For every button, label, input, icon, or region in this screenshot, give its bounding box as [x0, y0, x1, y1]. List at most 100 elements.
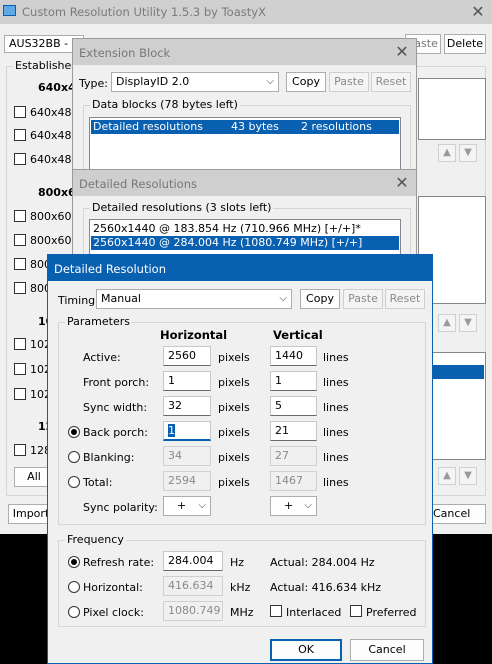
pixels-unit: pixels [218, 351, 250, 364]
checkbox[interactable] [14, 258, 26, 270]
khz-unit: kHz [230, 581, 251, 594]
arrow-up-icon[interactable]: ▲ [438, 314, 456, 332]
lines-unit: lines [323, 476, 349, 489]
dlg-reset-button[interactable]: Reset [385, 289, 425, 309]
main-cancel-button[interactable]: Cancel [428, 504, 486, 524]
sync-width-h-input[interactable]: 32 [163, 396, 211, 416]
ext-copy-button[interactable]: Copy [286, 72, 326, 92]
pixel-clock-radio[interactable] [68, 606, 80, 618]
front-porch-label: Front porch: [83, 376, 150, 389]
pixel-clock-label: Pixel clock: [83, 606, 144, 619]
checkbox[interactable] [14, 234, 26, 246]
refresh-rate-input[interactable]: 284.004 [163, 551, 223, 571]
back-porch-radio[interactable] [68, 426, 80, 438]
ok-button[interactable]: OK [270, 639, 342, 661]
preferred-label: Preferred [366, 606, 417, 619]
monitor-icon [3, 5, 16, 16]
detres-titlebar: Detailed Resolutions ✕ [73, 170, 416, 196]
back-porch-v-input[interactable]: 21 [270, 421, 317, 441]
sync-width-v-input[interactable]: 5 [270, 396, 317, 416]
horizontal-actual: Actual: 416.634 kHz [270, 581, 382, 594]
parameters-label: Parameters [65, 315, 132, 328]
close-icon[interactable]: ✕ [468, 2, 488, 22]
checkbox[interactable] [14, 444, 26, 456]
checkbox[interactable] [14, 282, 26, 294]
preferred-checkbox[interactable] [350, 605, 362, 617]
list-item[interactable]: 2560x1440 @ 284.004 Hz (1080.749 MHz) [+… [91, 236, 399, 250]
dlg-cancel-button[interactable]: Cancel [350, 639, 424, 661]
horizontal-label: Horizontal: [83, 581, 143, 594]
right-list-1[interactable] [418, 78, 486, 140]
total-v-input[interactable]: 1467 [270, 471, 317, 491]
main-title: Custom Resolution Utility 1.5.3 by Toast… [22, 5, 266, 19]
horizontal-header: Horizontal [160, 328, 228, 342]
checkbox[interactable] [14, 106, 26, 118]
arrow-up-icon[interactable]: ▲ [438, 467, 456, 485]
total-radio[interactable] [68, 476, 80, 488]
list-item[interactable]: 2560x1440 @ 183.854 Hz (710.966 MHz) [+/… [91, 222, 399, 236]
interlaced-checkbox[interactable] [270, 605, 282, 617]
checkbox[interactable] [14, 338, 26, 350]
checkbox[interactable] [14, 210, 26, 222]
sync-polarity-label: Sync polarity: [83, 501, 158, 514]
pixels-unit: pixels [218, 451, 250, 464]
front-porch-v-input[interactable]: 1 [270, 371, 317, 391]
checkbox[interactable] [14, 363, 26, 375]
arrow-down-icon[interactable]: ▼ [459, 467, 477, 485]
type-select[interactable]: DisplayID 2.0 ⌵ [111, 72, 279, 92]
interlaced-label: Interlaced [286, 606, 342, 619]
close-icon[interactable]: ✕ [392, 42, 412, 62]
dlg-paste-button[interactable]: Paste [343, 289, 383, 309]
ext-title: Extension Block [79, 46, 171, 60]
active-v-input[interactable]: 1440 [270, 346, 317, 366]
timing-label: Timing: [58, 294, 99, 307]
blanking-h-input[interactable]: 34 [163, 446, 211, 466]
lines-unit: lines [323, 351, 349, 364]
ext-reset-button[interactable]: Reset [371, 72, 411, 92]
vertical-header: Vertical [273, 328, 323, 342]
chevron-down-icon: ⌵ [279, 293, 287, 304]
chevron-down-icon: ⌵ [266, 76, 274, 87]
arrow-down-icon[interactable]: ▼ [459, 314, 477, 332]
ext-titlebar: Extension Block ✕ [73, 39, 416, 65]
extension-block-window: Extension Block ✕ Type: DisplayID 2.0 ⌵ C… [72, 38, 417, 178]
sync-h-select[interactable]: + ⌵ [163, 496, 211, 516]
blanking-label: Blanking: [83, 451, 135, 464]
frequency-label: Frequency [65, 533, 126, 546]
close-icon[interactable]: ✕ [392, 173, 412, 193]
detres-label: Detailed resolutions (3 slots left) [90, 201, 274, 214]
dlg-title: Detailed Resolution [54, 262, 166, 276]
pixels-unit: pixels [218, 476, 250, 489]
pixels-unit: pixels [218, 426, 250, 439]
pixels-unit: pixels [218, 401, 250, 414]
active-h-input[interactable]: 2560 [163, 346, 211, 366]
refresh-actual: Actual: 284.004 Hz [270, 556, 375, 569]
blanking-radio[interactable] [68, 451, 80, 463]
checkbox[interactable] [14, 153, 26, 165]
active-label: Active: [83, 351, 121, 364]
lines-unit: lines [323, 401, 349, 414]
checkbox[interactable] [14, 388, 26, 400]
hz-unit: Hz [230, 556, 245, 569]
total-label: Total: [83, 476, 113, 489]
total-h-input[interactable]: 2594 [163, 471, 211, 491]
dlg-copy-button[interactable]: Copy [300, 289, 340, 309]
blanking-v-input[interactable]: 27 [270, 446, 317, 466]
timing-select[interactable]: Manual ⌵ [96, 289, 292, 309]
list-item[interactable]: Detailed resolutions 43 bytes 2 resoluti… [91, 120, 399, 134]
arrow-down-icon[interactable]: ▼ [459, 144, 477, 162]
refresh-rate-radio[interactable] [68, 556, 80, 568]
pixel-clock-input[interactable]: 1080.749 [163, 601, 223, 621]
arrow-up-icon[interactable]: ▲ [438, 144, 456, 162]
front-porch-h-input[interactable]: 1 [163, 371, 211, 391]
horizontal-input[interactable]: 416.634 [163, 576, 223, 596]
checkbox[interactable] [14, 129, 26, 141]
ext-paste-button[interactable]: Paste [329, 72, 369, 92]
horizontal-radio[interactable] [68, 581, 80, 593]
lines-unit: lines [323, 426, 349, 439]
data-blocks-label: Data blocks (78 bytes left) [90, 98, 240, 111]
data-blocks-list[interactable]: Detailed resolutions 43 bytes 2 resoluti… [89, 117, 401, 175]
main-delete-button[interactable]: Delete [444, 34, 486, 54]
back-porch-h-input[interactable]: 1 [163, 421, 211, 441]
sync-v-select[interactable]: + ⌵ [270, 496, 317, 516]
